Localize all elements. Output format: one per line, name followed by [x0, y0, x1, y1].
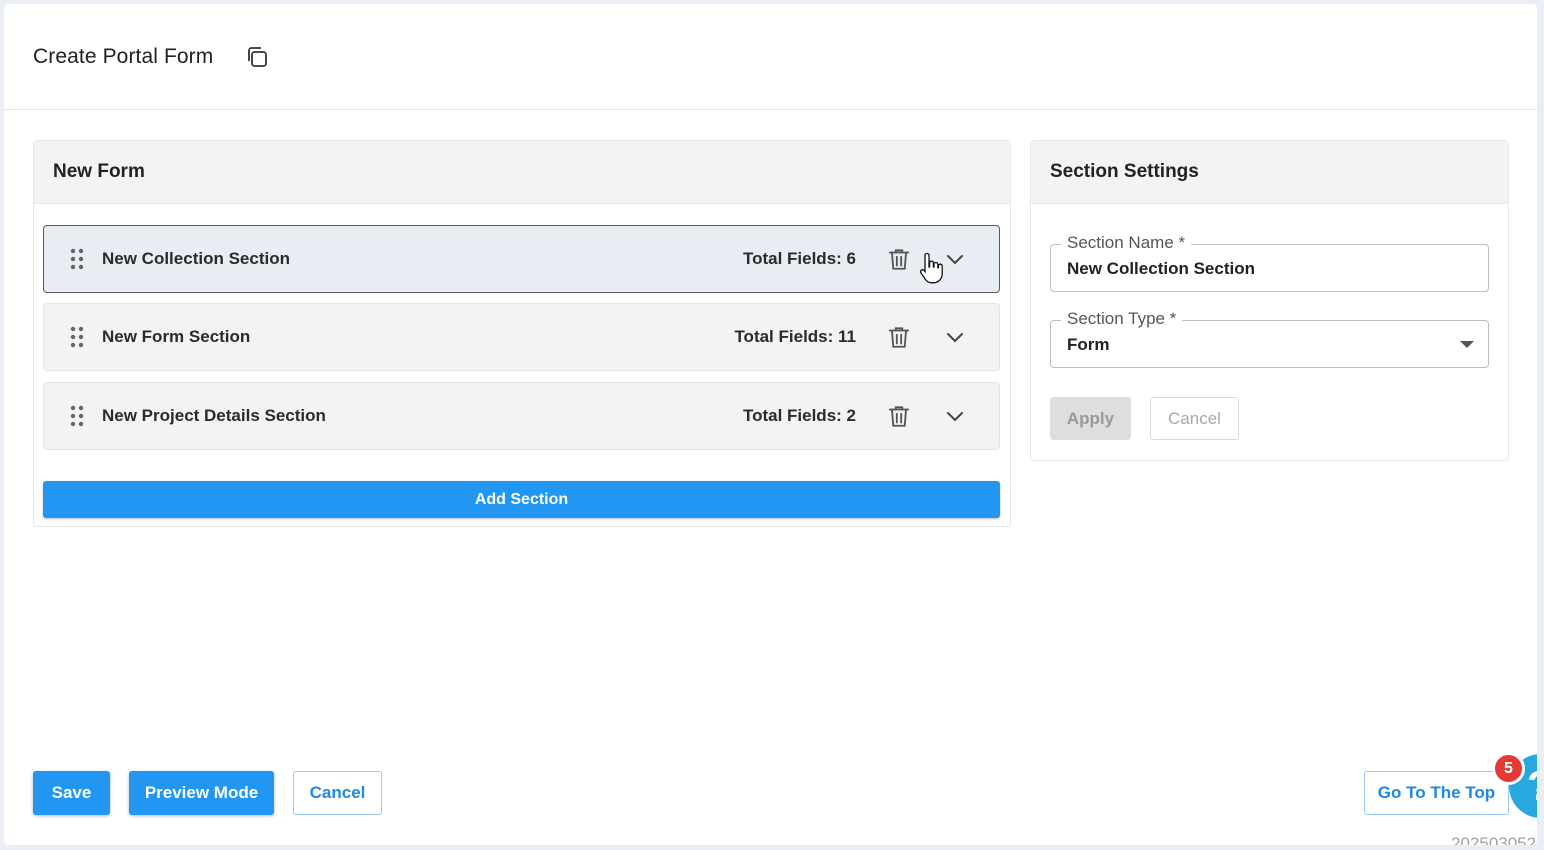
chevron-down-icon[interactable]: [943, 325, 967, 349]
go-to-top-button[interactable]: Go To The Top: [1364, 771, 1509, 815]
section-row-collection[interactable]: New Collection Section Total Fields: 6: [43, 225, 1000, 293]
section-name-field[interactable]: Section Name * New Collection Section: [1050, 233, 1489, 292]
chevron-down-icon[interactable]: [943, 247, 967, 271]
preview-mode-button[interactable]: Preview Mode: [129, 771, 274, 815]
trash-icon[interactable]: [886, 403, 912, 429]
section-name-label: Section Name *: [1061, 233, 1192, 253]
trash-icon[interactable]: [886, 324, 912, 350]
form-card-title: New Form: [34, 141, 1010, 204]
apply-button[interactable]: Apply: [1050, 397, 1131, 440]
section-name: New Form Section: [102, 327, 251, 346]
caret-down-icon[interactable]: [1460, 341, 1474, 348]
add-section-button[interactable]: Add Section: [43, 481, 1000, 518]
section-type-label: Section Type *: [1061, 309, 1183, 329]
section-type-value[interactable]: Form: [1067, 335, 1110, 355]
cancel-button[interactable]: Cancel: [293, 771, 382, 815]
chevron-down-icon[interactable]: [943, 404, 967, 428]
form-card: New Form New Collection Section Total Fi…: [33, 140, 1011, 527]
page-title: Create Portal Form: [33, 44, 214, 68]
hand-cursor-icon: [919, 252, 943, 284]
section-row-form[interactable]: New Form Section Total Fields: 11: [43, 303, 1000, 371]
section-type-select[interactable]: Section Type * Form: [1050, 309, 1489, 368]
section-total-fields: Total Fields: 11: [734, 327, 856, 346]
section-total-fields: Total Fields: 6: [742, 249, 856, 268]
drag-handle-icon[interactable]: [70, 325, 84, 349]
section-name-value[interactable]: New Collection Section: [1067, 259, 1255, 279]
save-button[interactable]: Save: [33, 771, 110, 815]
section-total-fields: Total Fields: 2: [742, 406, 856, 425]
drag-handle-icon[interactable]: [70, 247, 84, 271]
page-header: Create Portal Form: [4, 4, 1537, 110]
trash-icon[interactable]: [886, 246, 912, 272]
settings-cancel-button[interactable]: Cancel: [1150, 397, 1239, 440]
section-name: New Collection Section: [102, 249, 290, 268]
notification-badge: 5: [1492, 752, 1525, 785]
settings-card: Section Settings Section Name * New Coll…: [1030, 140, 1509, 461]
footer-stamp: 2025030520: [1451, 834, 1537, 845]
page: Create Portal Form New Form New Collecti…: [4, 4, 1537, 845]
copy-icon[interactable]: [245, 45, 269, 69]
section-name: New Project Details Section: [102, 406, 326, 425]
settings-card-title: Section Settings: [1031, 141, 1508, 204]
drag-handle-icon[interactable]: [70, 404, 84, 428]
section-row-project-details[interactable]: New Project Details Section Total Fields…: [43, 382, 1000, 450]
